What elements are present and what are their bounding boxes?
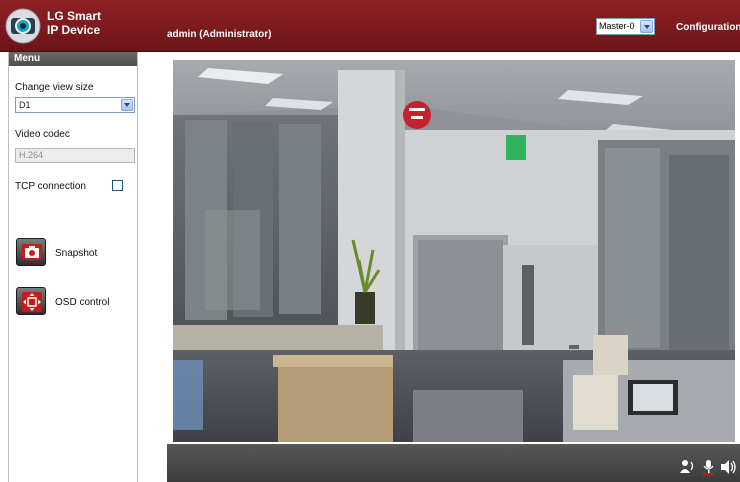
view-size-label: Change view size [15, 82, 94, 93]
snapshot-button[interactable] [16, 238, 46, 266]
office-camera-image [173, 60, 735, 442]
configuration-link[interactable]: Configuration [676, 22, 740, 33]
video-control-bar [167, 444, 740, 482]
osd-control-label[interactable]: OSD control [55, 297, 109, 308]
menu-title: Menu [9, 52, 137, 66]
chevron-down-icon[interactable] [121, 99, 133, 111]
tcp-connection-checkbox[interactable] [112, 180, 123, 191]
video-codec-field: H.264 [15, 148, 135, 163]
osd-arrows-icon [22, 292, 42, 312]
camera-logo-icon [5, 8, 41, 44]
live-video-feed[interactable] [173, 60, 735, 442]
chevron-down-icon[interactable] [640, 20, 653, 33]
speaker-button[interactable] [719, 459, 737, 475]
brand-line-2: IP Device [47, 23, 101, 37]
current-user-label: admin (Administrator) [167, 29, 272, 40]
brand-line-1: LG Smart [47, 9, 102, 23]
talk-button[interactable] [679, 459, 697, 475]
sidebar-menu: Menu Change view size D1 Video codec H.2… [8, 52, 138, 482]
live-view-panel [167, 52, 740, 482]
brand-title: LG Smart IP Device [47, 9, 101, 37]
tcp-connection-label: TCP connection [15, 181, 86, 192]
snapshot-label[interactable]: Snapshot [55, 248, 97, 259]
app-header: LG Smart IP Device admin (Administrator)… [0, 0, 740, 52]
video-codec-label: Video codec [15, 129, 70, 140]
microphone-icon [703, 460, 714, 475]
stream-select[interactable]: Master-0 [596, 18, 655, 35]
stream-select-value: Master-0 [599, 21, 635, 31]
camera-icon [22, 244, 42, 260]
microphone-button[interactable] [700, 459, 718, 475]
osd-control-button[interactable] [16, 287, 46, 315]
speaker-icon [721, 460, 736, 474]
talk-icon [680, 460, 694, 473]
view-size-value: D1 [19, 100, 31, 110]
view-size-select[interactable]: D1 [15, 97, 135, 113]
